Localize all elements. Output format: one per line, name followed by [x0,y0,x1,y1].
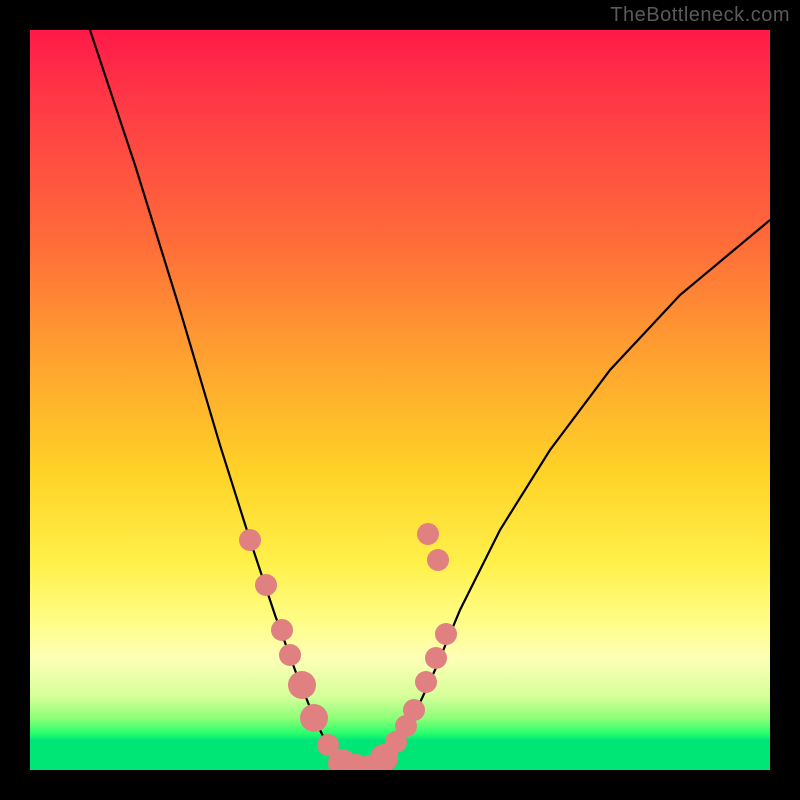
curve-marker [271,619,293,641]
curve-markers [239,523,457,770]
curve-marker [239,529,261,551]
curve-marker [435,623,457,645]
attribution-text: TheBottleneck.com [610,4,790,27]
curve-marker [300,704,328,732]
curve-marker [255,574,277,596]
curve-marker [417,523,439,545]
curve-marker [403,699,425,721]
chart-plot-area [30,30,770,770]
curve-marker [425,647,447,669]
curve-marker [427,549,449,571]
chart-svg [30,30,770,770]
chart-frame: TheBottleneck.com [0,0,800,800]
curve-marker [288,671,316,699]
curve-marker [279,644,301,666]
curve-marker [415,671,437,693]
